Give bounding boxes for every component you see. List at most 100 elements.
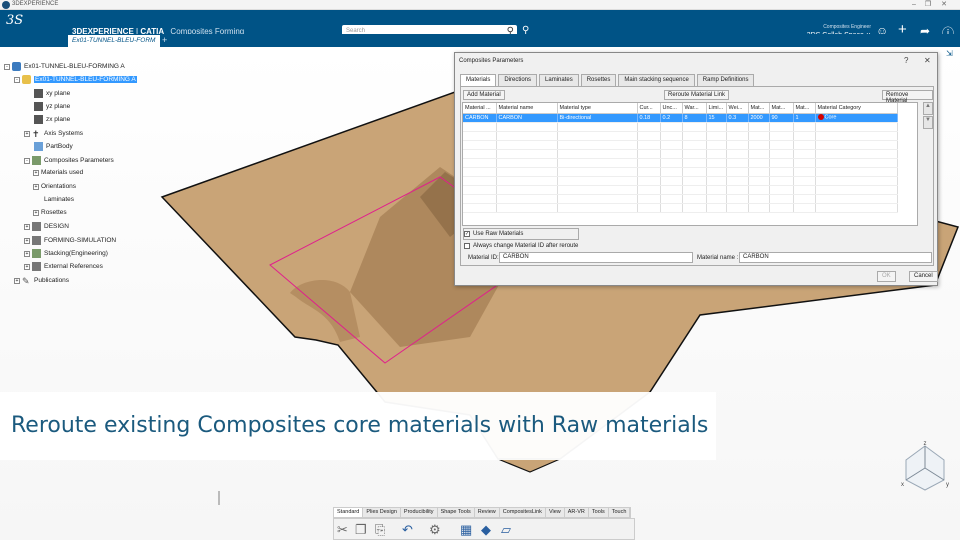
always-change-material-id-checkbox[interactable]: Always change Material ID after reroute xyxy=(464,243,578,249)
use-raw-materials-checkbox[interactable]: ✓ Use Raw Materials xyxy=(464,231,523,237)
table-row[interactable]: CARBON CARBON Bi-directional 0.18 0.2 8 … xyxy=(463,113,898,123)
material-icon[interactable]: ◆ xyxy=(481,522,491,538)
action-tab-tools[interactable]: Tools xyxy=(589,508,609,517)
table-cell[interactable]: 15 xyxy=(706,113,727,123)
action-tab-producibility[interactable]: Producibility xyxy=(401,508,438,517)
column-header[interactable]: Material type xyxy=(557,103,638,114)
column-header[interactable]: Limi... xyxy=(706,103,727,114)
tree-rosettes[interactable]: + Rosettes xyxy=(33,209,67,216)
maximize-icon[interactable]: ❐ xyxy=(922,0,934,10)
material-name-field[interactable]: CARBON xyxy=(739,252,932,263)
column-header[interactable]: Material ... xyxy=(463,103,497,114)
tab-document[interactable]: Ex01-TUNNEL-BLEU-FORM xyxy=(68,35,160,47)
column-header[interactable]: Cur... xyxy=(637,103,661,114)
action-tab-ar-vr[interactable]: AR-VR xyxy=(565,508,589,517)
fullscreen-icon[interactable]: ⇲ xyxy=(946,49,953,58)
copy-icon[interactable]: ❐ xyxy=(355,522,367,538)
action-tab-shape-tools[interactable]: Shape Tools xyxy=(438,508,475,517)
column-header[interactable]: Mat... xyxy=(769,103,794,114)
expand-icon[interactable]: + xyxy=(24,223,30,230)
action-tab-view[interactable]: View xyxy=(546,508,565,517)
add-tab-icon[interactable]: + xyxy=(162,35,167,45)
column-header[interactable]: Material name xyxy=(496,103,558,114)
tree-root[interactable]: - Ex01-TUNNEL-BLEU-FORMING A xyxy=(4,62,125,71)
tab-materials[interactable]: Materials xyxy=(460,74,497,86)
expand-icon[interactable]: + xyxy=(33,183,39,190)
tree-materials-used[interactable]: + Materials used xyxy=(33,169,83,176)
collapse-icon[interactable]: - xyxy=(4,63,10,70)
cut-icon[interactable]: ✂ xyxy=(337,522,348,538)
tree-composites-parameters[interactable]: - Composites Parameters xyxy=(24,156,114,165)
expand-icon[interactable]: + xyxy=(33,169,39,176)
action-tab-touch[interactable]: Touch xyxy=(609,508,631,517)
tree-stacking[interactable]: + Stacking(Engineering) xyxy=(24,249,108,258)
tree-external-references[interactable]: + External References xyxy=(24,262,103,271)
update-icon[interactable]: ⚙ xyxy=(429,522,441,538)
table-cell[interactable]: CARBON xyxy=(463,113,497,123)
tree-part[interactable]: - Ex01-TUNNEL-BLEU-FORMING A xyxy=(14,75,137,84)
dialog-help-button[interactable]: ? xyxy=(904,56,908,65)
material-category-cell[interactable]: Core xyxy=(815,113,898,123)
table-cell[interactable]: 0.2 xyxy=(660,113,683,123)
tab-main-stacking-sequence[interactable]: Main stacking sequence xyxy=(618,74,695,86)
tree-yz-plane[interactable]: yz plane xyxy=(34,102,70,111)
add-material-button[interactable]: Add Material xyxy=(463,90,505,100)
expand-icon[interactable]: + xyxy=(24,263,30,270)
column-header[interactable]: War... xyxy=(682,103,707,114)
tab-ramp-definitions[interactable]: Ramp Definitions xyxy=(696,74,755,86)
column-header[interactable]: Unc... xyxy=(660,103,683,114)
table-cell[interactable]: Bi-directional xyxy=(557,113,638,123)
action-tab-compositeslink[interactable]: CompositesLink xyxy=(500,508,546,517)
paste-icon[interactable]: ⎘ xyxy=(375,522,385,538)
panel-splitter[interactable] xyxy=(218,491,220,505)
materials-table[interactable]: Material ... Material name Material type… xyxy=(462,102,918,226)
tree-partbody[interactable]: PartBody xyxy=(34,142,73,151)
tree-forming-simulation[interactable]: + FORMING-SIMULATION xyxy=(24,236,116,245)
tab-rosettes[interactable]: Rosettes xyxy=(580,74,617,86)
expand-icon[interactable]: + xyxy=(24,250,30,257)
tab-directions[interactable]: Directions xyxy=(498,74,538,86)
tree-laminates[interactable]: Laminates xyxy=(44,196,74,203)
collapse-icon[interactable]: - xyxy=(14,76,20,83)
tree-orientations[interactable]: + Orientations xyxy=(33,183,76,190)
move-up-button[interactable]: ▲ xyxy=(923,102,933,115)
move-down-button[interactable]: ▼ xyxy=(923,116,933,129)
remove-material-button[interactable]: Remove Material xyxy=(882,90,933,104)
properties-icon[interactable]: ▦ xyxy=(460,522,472,538)
undo-icon[interactable]: ↶ xyxy=(402,522,413,538)
collapse-icon[interactable]: - xyxy=(24,157,30,164)
dialog-close-button[interactable]: ✕ xyxy=(924,56,931,65)
tree-design[interactable]: + DESIGN xyxy=(24,222,69,231)
action-tab-standard[interactable]: Standard xyxy=(334,508,364,517)
ds-logo-icon[interactable]: 3S xyxy=(6,13,23,28)
table-cell[interactable]: 90 xyxy=(769,113,794,123)
table-cell[interactable]: 0.3 xyxy=(726,113,749,123)
close-window-icon[interactable]: ✕ xyxy=(938,0,950,10)
tab-laminates[interactable]: Laminates xyxy=(539,74,579,86)
column-header[interactable]: Mat... xyxy=(748,103,770,114)
tree-publications[interactable]: + ✎ Publications xyxy=(14,276,69,286)
cancel-button[interactable]: Cancel xyxy=(909,271,938,282)
table-cell[interactable]: 8 xyxy=(682,113,707,123)
ok-button[interactable]: OK xyxy=(877,271,896,282)
column-header[interactable]: Material Category xyxy=(815,103,898,114)
tree-axis-systems[interactable]: + ✝ Axis Systems xyxy=(24,129,83,139)
expand-icon[interactable]: + xyxy=(24,237,30,244)
action-tab-review[interactable]: Review xyxy=(475,508,500,517)
action-tab-plies-design[interactable]: Plies Design xyxy=(363,508,401,517)
table-cell[interactable]: 1 xyxy=(793,113,816,123)
expand-icon[interactable]: + xyxy=(14,277,20,284)
column-header[interactable]: Mat... xyxy=(793,103,816,114)
material-id-field[interactable]: CARBON xyxy=(499,252,693,263)
table-cell[interactable]: CARBON xyxy=(496,113,558,123)
table-cell[interactable]: 2000 xyxy=(748,113,770,123)
axis-compass[interactable]: z x y xyxy=(896,440,954,494)
expand-icon[interactable]: + xyxy=(33,209,39,216)
composites-parameters-icon[interactable]: ▱ xyxy=(501,522,511,538)
reroute-material-link-button[interactable]: Reroute Material Link xyxy=(664,90,730,100)
tree-xy-plane[interactable]: xy plane xyxy=(34,89,70,98)
minimize-icon[interactable]: – xyxy=(908,0,920,10)
tree-zx-plane[interactable]: zx plane xyxy=(34,115,70,124)
column-header[interactable]: Wei... xyxy=(726,103,749,114)
table-cell[interactable]: 0.18 xyxy=(637,113,661,123)
